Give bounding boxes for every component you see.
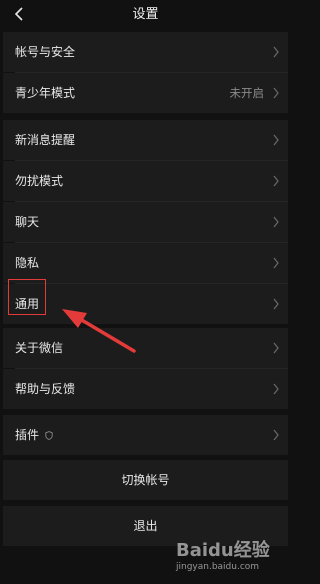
baidu-watermark: Baidu经验 jingyan.baidu.com [176,536,286,580]
watermark-url: jingyan.baidu.com [176,562,260,572]
watermark-logo: Baidu经验 [176,540,270,561]
annotation-arrow-icon [62,309,136,353]
